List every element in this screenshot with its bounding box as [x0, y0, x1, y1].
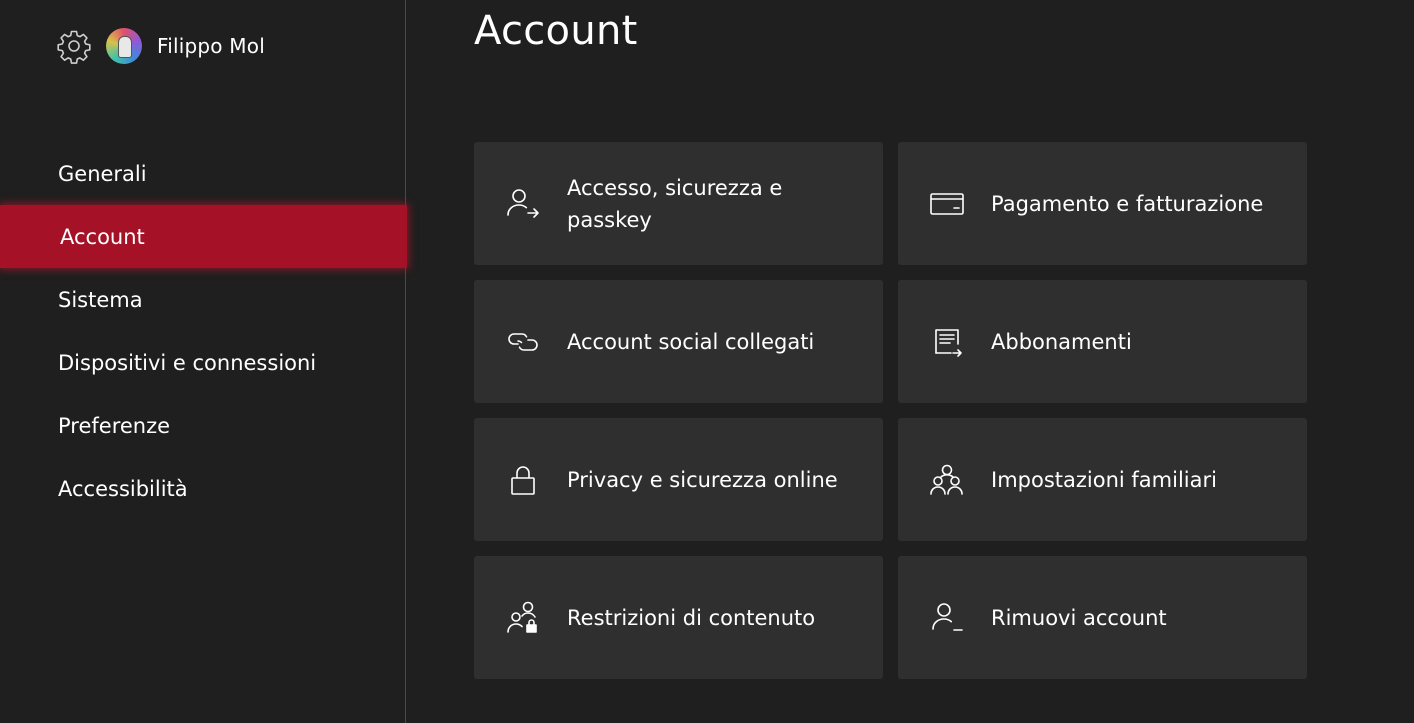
tile-label: Restrizioni di contenuto: [567, 605, 816, 630]
tile-label: Privacy e sicurezza online: [567, 467, 838, 492]
subscription-list-icon: [935, 328, 962, 357]
sidebar-item-accessibilita[interactable]: Accessibilità: [0, 457, 405, 520]
user-name[interactable]: Filippo Mol: [157, 34, 265, 58]
person-arrow-icon: [507, 188, 539, 218]
people-lock-icon: [507, 601, 537, 633]
lock-icon: [511, 465, 535, 495]
sidebar: Filippo Mol Generali Account Sistema Dis…: [0, 0, 407, 723]
sidebar-nav: Generali Account Sistema Dispositivi e c…: [0, 142, 407, 520]
tile-pagamento[interactable]: Pagamento e fatturazione: [898, 142, 1307, 265]
tile-label: Abbonamenti: [991, 329, 1132, 354]
tile-label: Impostazioni familiari: [991, 467, 1217, 492]
tile-label: Rimuovi account: [991, 605, 1167, 630]
sidebar-item-dispositivi[interactable]: Dispositivi e connessioni: [0, 331, 405, 394]
link-icon: [508, 332, 538, 351]
settings-app: Filippo Mol Generali Account Sistema Dis…: [0, 0, 1414, 723]
avatar[interactable]: [106, 28, 142, 64]
page-title: Account: [474, 8, 638, 54]
credit-card-icon: [930, 192, 964, 215]
sidebar-item-account[interactable]: Account: [0, 205, 407, 268]
tile-abbonamenti[interactable]: Abbonamenti: [898, 280, 1307, 403]
gear-icon[interactable]: [56, 28, 92, 64]
tile-restrizioni[interactable]: Restrizioni di contenuto: [474, 556, 883, 679]
sidebar-item-sistema[interactable]: Sistema: [0, 268, 405, 331]
account-options-grid: Accesso, sicurezza e passkey Pagamento e…: [474, 142, 1307, 679]
tile-impostazioni-familiari[interactable]: Impostazioni familiari: [898, 418, 1307, 541]
family-icon: [930, 464, 963, 495]
tile-privacy[interactable]: Privacy e sicurezza online: [474, 418, 883, 541]
sidebar-item-preferenze[interactable]: Preferenze: [0, 394, 405, 457]
profile-header: Filippo Mol: [56, 26, 265, 66]
person-remove-icon: [932, 602, 963, 631]
tile-label: Account social collegati: [567, 329, 815, 354]
sidebar-item-generali[interactable]: Generali: [0, 142, 405, 205]
tile-rimuovi-account[interactable]: Rimuovi account: [898, 556, 1307, 679]
tile-account-social[interactable]: Account social collegati: [474, 280, 883, 403]
tile-label: Pagamento e fatturazione: [991, 191, 1264, 216]
tile-accesso-sicurezza[interactable]: Accesso, sicurezza e passkey: [474, 142, 883, 265]
tile-label: Accesso, sicurezza e passkey: [567, 175, 783, 232]
